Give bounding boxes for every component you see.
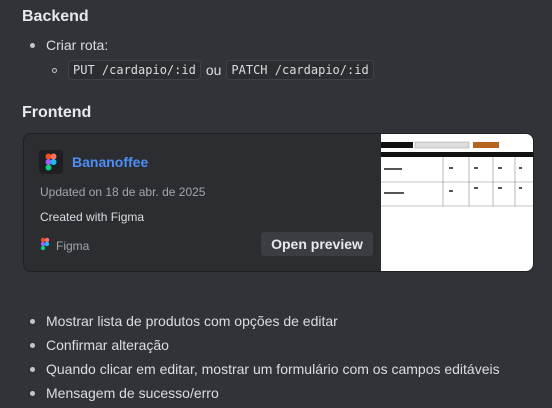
brand-label: Figma	[56, 238, 90, 253]
sub-bullet-icon	[52, 67, 57, 73]
embed-title-link[interactable]: Bananoffee	[72, 154, 148, 170]
preview-thumbnail[interactable]	[381, 134, 533, 271]
task-label: Mostrar lista de produtos com opções de …	[46, 313, 338, 329]
figma-app-icon	[39, 150, 63, 174]
list-item: Mensagem de sucesso/erro	[30, 385, 219, 401]
bullet-icon	[30, 318, 35, 324]
list-item: Confirmar alteração	[30, 337, 169, 353]
embed-footer: Figma	[40, 237, 89, 254]
list-item: Quando clicar em editar, mostrar um form…	[30, 361, 500, 377]
list-item-routes: PUT /cardapio/:id ou PATCH /cardapio/:id	[52, 60, 374, 80]
figma-embed: Bananoffee Updated on 18 de abr. de 2025…	[23, 133, 534, 272]
list-item: Criar rota:	[30, 37, 108, 53]
route-join-text: ou	[205, 62, 222, 78]
figma-icon	[40, 237, 50, 254]
updated-text: Updated on 18 de abr. de 2025	[40, 185, 206, 199]
bullet-icon	[30, 342, 35, 348]
bullet-icon	[30, 42, 35, 48]
route-patch-code: PATCH /cardapio/:id	[226, 60, 374, 80]
criar-rota-label: Criar rota:	[46, 37, 109, 53]
thumbnail-wireframe	[381, 141, 533, 207]
bullet-icon	[30, 366, 35, 372]
task-label: Mensagem de sucesso/erro	[46, 385, 219, 401]
backend-heading: Backend	[22, 8, 89, 25]
task-label: Confirmar alteração	[46, 337, 169, 353]
task-label: Quando clicar em editar, mostrar um form…	[46, 361, 500, 377]
route-put-code: PUT /cardapio/:id	[68, 60, 201, 80]
list-item: Mostrar lista de produtos com opções de …	[30, 313, 338, 329]
created-text: Created with Figma	[40, 210, 145, 224]
bullet-icon	[30, 390, 35, 396]
frontend-heading: Frontend	[22, 104, 92, 121]
open-preview-button[interactable]: Open preview	[261, 232, 373, 256]
